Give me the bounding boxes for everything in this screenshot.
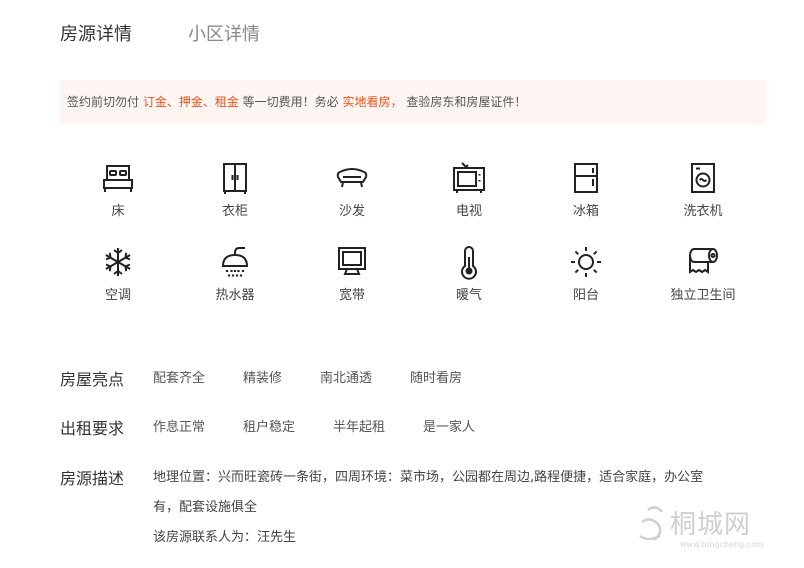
requirements-title: 出租要求: [60, 419, 125, 438]
requirement-tag: 是一家人: [423, 420, 476, 435]
watermark-url: www.tongcheng.com: [680, 540, 764, 549]
tab-house-details[interactable]: 房源详情: [60, 20, 132, 46]
requirement-tag: 半年起租: [333, 420, 386, 435]
facility-label: 电视: [455, 204, 482, 219]
highlights-title: 房屋亮点: [60, 370, 125, 389]
facility-water-heater: 热水器: [190, 244, 280, 303]
description-title: 房源描述: [60, 469, 125, 488]
facility-balcony: 阳台: [541, 244, 631, 303]
facility-washing-machine: 洗衣机: [658, 160, 748, 219]
requirement-tag: 作息正常: [153, 420, 206, 435]
tv-icon: [453, 162, 485, 193]
notice-text-2: 等一切费用！务必: [238, 95, 343, 109]
notice-text-3: 查验房东和房屋证件！: [402, 95, 527, 109]
description-contact: 该房源联系人为：汪先生: [153, 530, 297, 545]
washing-machine-icon: [691, 163, 715, 193]
sun-icon: [571, 247, 601, 277]
wardrobe-icon: [223, 163, 247, 194]
site-watermark: 桐城网 www.tongcheng.com: [636, 500, 786, 558]
notice-text-1: 签约前切勿付: [67, 95, 143, 109]
snowflake-icon: [105, 248, 131, 276]
requirement-tag: 租户稳定: [243, 420, 296, 435]
sofa-icon: [336, 168, 368, 188]
watermark-brand: 桐城网: [670, 510, 752, 540]
facility-private-bathroom: 独立卫生间: [658, 244, 748, 303]
facility-label: 阳台: [572, 288, 599, 303]
shower-icon: [221, 247, 249, 277]
facility-label: 冰箱: [572, 204, 599, 219]
facility-label: 洗衣机: [683, 204, 723, 219]
bed-icon: [103, 165, 133, 192]
highlight-tag: 配套齐全: [153, 371, 206, 386]
facility-label: 床: [111, 204, 125, 219]
notice-highlight-fees: 订金、押金、租金: [142, 95, 239, 109]
facility-broadband: 宽带: [307, 244, 397, 303]
facility-air-conditioner: 空调: [73, 244, 163, 303]
highlight-tag: 精装修: [243, 371, 283, 386]
highlight-tag: 南北通透: [320, 371, 373, 386]
description-line-1: 地理位置：兴而旺瓷砖一条街，四周环境：菜市场，公园都在周边,路程便捷，适合家庭，…: [153, 470, 704, 485]
toilet-paper-icon: [689, 248, 718, 274]
facility-label: 沙发: [338, 204, 365, 219]
tab-community-details[interactable]: 小区详情: [188, 20, 260, 46]
facility-sofa: 沙发: [307, 160, 397, 219]
facility-label: 暖气: [455, 288, 482, 303]
facility-tv: 电视: [424, 160, 514, 219]
thermometer-icon: [461, 246, 477, 280]
facility-fridge: 冰箱: [541, 160, 631, 219]
fridge-icon: [574, 163, 598, 193]
facility-bed: 床: [73, 160, 163, 219]
facility-heating: 暖气: [424, 244, 514, 303]
facility-label: 宽带: [338, 288, 365, 303]
facility-label: 独立卫生间: [670, 288, 736, 303]
facility-label: 衣柜: [221, 204, 248, 219]
safety-notice-banner: 签约前切勿付 订金、押金、租金 等一切费用！务必 实地看房， 查验房东和房屋证件…: [60, 80, 766, 124]
facility-label: 空调: [104, 288, 131, 303]
notice-highlight-visit: 实地看房，: [342, 95, 403, 109]
description-line-2: 有，配套设施俱全: [153, 500, 258, 515]
highlight-tag: 随时看房: [410, 371, 463, 386]
monitor-icon: [338, 247, 366, 275]
facility-label: 热水器: [215, 288, 255, 303]
facility-wardrobe: 衣柜: [190, 160, 280, 219]
